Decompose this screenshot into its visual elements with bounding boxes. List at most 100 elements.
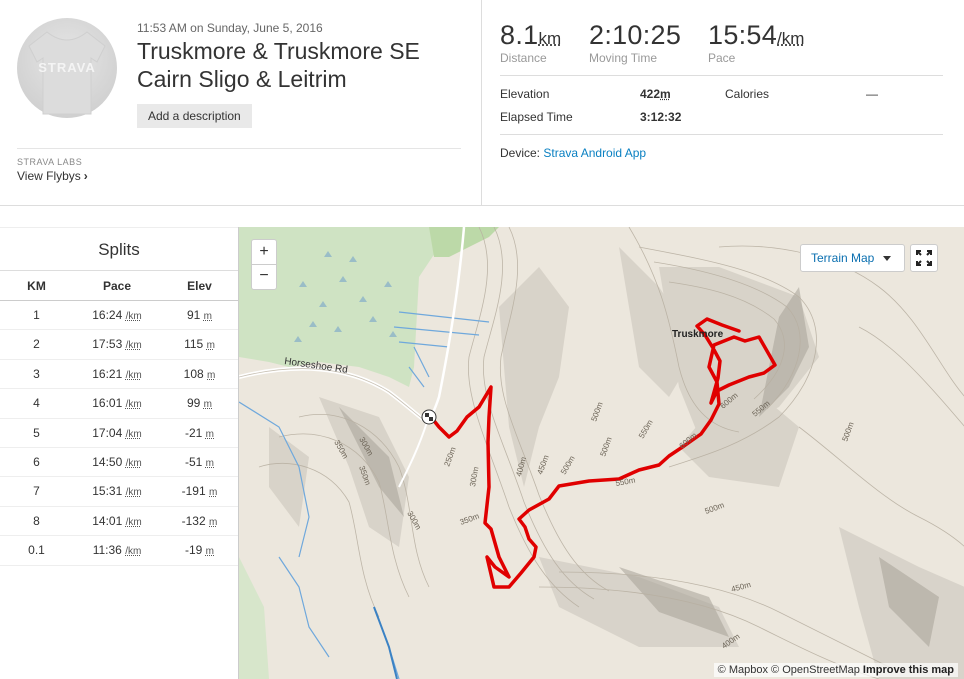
caret-down-icon	[883, 256, 891, 261]
activity-title: Truskmore & Truskmore SE Cairn Sligo & L…	[137, 38, 420, 92]
split-pace-value: 11:36	[92, 543, 122, 558]
contour-label: 500m	[589, 400, 604, 422]
splits-table: Splits KM Pace Elev 1 16:24 /km 91 m 2 17:53…	[0, 227, 238, 679]
zoom-out-button[interactable]: −	[251, 264, 277, 290]
split-row: 4 16:01 /km 99 m	[0, 389, 238, 419]
split-elev: 91 m	[161, 301, 238, 329]
route-map[interactable]: Horseshoe Rd Truskmore 350m 300m 350m 30…	[238, 227, 964, 679]
pace-unit: /km	[777, 29, 805, 48]
split-km: 7	[33, 484, 40, 499]
column-header-pace: Pace	[102, 279, 132, 293]
split-pace-unit: /km	[125, 516, 142, 528]
split-elev: -21 m	[161, 419, 238, 447]
split-pace: 17:53 /km	[73, 330, 161, 358]
zoom-in-button[interactable]: +	[251, 239, 277, 265]
split-km: 5	[33, 425, 40, 440]
distance-unit: km	[538, 29, 562, 48]
elevation-label: Elevation	[500, 87, 550, 101]
contour-label: 450m	[535, 453, 550, 475]
split-row: 2 17:53 /km 115 m	[0, 330, 238, 360]
split-row: 0.1 11:36 /km -19 m	[0, 536, 238, 566]
split-pace-unit: /km	[125, 311, 142, 322]
split-pace-value: 17:53	[92, 337, 123, 352]
split-elev: 108 m	[161, 360, 238, 388]
split-km: 1	[33, 308, 40, 322]
split-pace: 11:36 /km	[73, 536, 161, 564]
stat-pace: 15:54/km Pace	[708, 20, 804, 65]
contour-label: 500m	[598, 435, 613, 457]
split-elev-value: -191	[181, 484, 206, 499]
terrain-map-label: Terrain Map	[811, 251, 875, 265]
terrain-map-dropdown[interactable]: Terrain Map	[800, 244, 905, 272]
splits-header-row: KM Pace Elev	[0, 271, 238, 301]
contour-label: 450m	[730, 580, 752, 594]
column-header-elev: Elev	[187, 279, 212, 293]
split-row: 1 16:24 /km 91 m	[0, 301, 238, 331]
split-elev: -51 m	[161, 448, 238, 476]
split-pace: 14:01 /km	[73, 507, 161, 535]
activity-header: STRAVA 11:53 AM on Sunday, June 5, 2016 …	[0, 0, 964, 206]
device-label: Device:	[500, 146, 541, 160]
divider	[500, 75, 943, 76]
fullscreen-button[interactable]	[910, 244, 938, 272]
split-pace: 17:04 /km	[73, 419, 161, 447]
split-pace-unit: /km	[125, 369, 142, 381]
split-pace-unit: /km	[125, 399, 142, 411]
split-elev-value: -132	[181, 513, 206, 528]
split-elev-value: 99	[186, 396, 201, 411]
mapbox-link[interactable]: © Mapbox	[718, 664, 768, 676]
split-pace-value: 16:01	[92, 396, 123, 411]
contour-label: 550m	[637, 418, 655, 440]
elapsed-time-label: Elapsed Time	[500, 110, 573, 124]
contour-label: 350m	[459, 511, 481, 526]
split-elev: -132 m	[161, 507, 238, 535]
split-pace-value: 16:21	[92, 366, 123, 381]
view-flybys-label: View Flybys	[17, 169, 81, 183]
split-elev-value: 115	[184, 337, 204, 352]
split-elev: -19 m	[161, 536, 238, 564]
split-pace: 14:50 /km	[73, 448, 161, 476]
improve-map-link[interactable]: Improve this map	[863, 664, 954, 676]
split-pace-unit: /km	[125, 340, 142, 352]
split-elev: 99 m	[161, 389, 238, 417]
split-pace: 15:31 /km	[73, 477, 161, 505]
contour-label: 300m	[405, 510, 423, 532]
split-elev-unit: m	[203, 311, 213, 322]
column-header-km: KM	[27, 279, 46, 293]
splits-title: Splits	[0, 227, 238, 271]
add-description-button[interactable]: Add a description	[137, 104, 252, 128]
strava-labs-label: STRAVA LABS	[17, 157, 83, 167]
split-km: 4	[33, 396, 40, 411]
start-flag-icon	[421, 409, 437, 425]
split-elev-unit: m	[203, 399, 213, 411]
device-link[interactable]: Strava Android App	[543, 146, 646, 160]
splits-body: 1 16:24 /km 91 m 2 17:53 /km 115 m 3 16:21 /km 1…	[0, 301, 238, 566]
activity-date: 11:53 AM on Sunday, June 5, 2016	[137, 21, 323, 35]
split-row: 6 14:50 /km -51 m	[0, 448, 238, 478]
contour-label: 300m	[468, 466, 480, 488]
split-elev-unit: m	[205, 457, 215, 469]
map-canvas[interactable]: Horseshoe Rd Truskmore 350m 300m 350m 30…	[239, 227, 964, 679]
contour-label: 250m	[442, 445, 457, 467]
split-elev-value: -51	[184, 454, 203, 469]
split-row: 7 15:31 /km -191 m	[0, 477, 238, 507]
split-elev-unit: m	[205, 546, 215, 558]
osm-link[interactable]: © OpenStreetMap	[771, 664, 860, 676]
divider	[17, 148, 461, 149]
chevron-right-icon: ›	[83, 169, 88, 183]
split-elev-unit: m	[209, 516, 218, 528]
pace-value: 15:54	[708, 20, 778, 50]
split-pace-unit: /km	[125, 546, 142, 558]
split-km: 8	[33, 513, 40, 528]
activity-avatar: STRAVA	[17, 18, 117, 118]
split-elev: 115 m	[161, 330, 238, 358]
split-pace-value: 15:31	[92, 484, 123, 499]
split-row: 8 14:01 /km -132 m	[0, 507, 238, 537]
split-pace-unit: /km	[125, 487, 142, 499]
elevation-value: 422m	[640, 87, 671, 101]
strava-logo: STRAVA	[38, 60, 96, 75]
vertical-divider	[481, 0, 482, 206]
elevation-number: 422	[640, 87, 661, 101]
split-km: 0.1	[28, 543, 45, 558]
view-flybys-link[interactable]: View Flybys ›	[17, 169, 88, 183]
